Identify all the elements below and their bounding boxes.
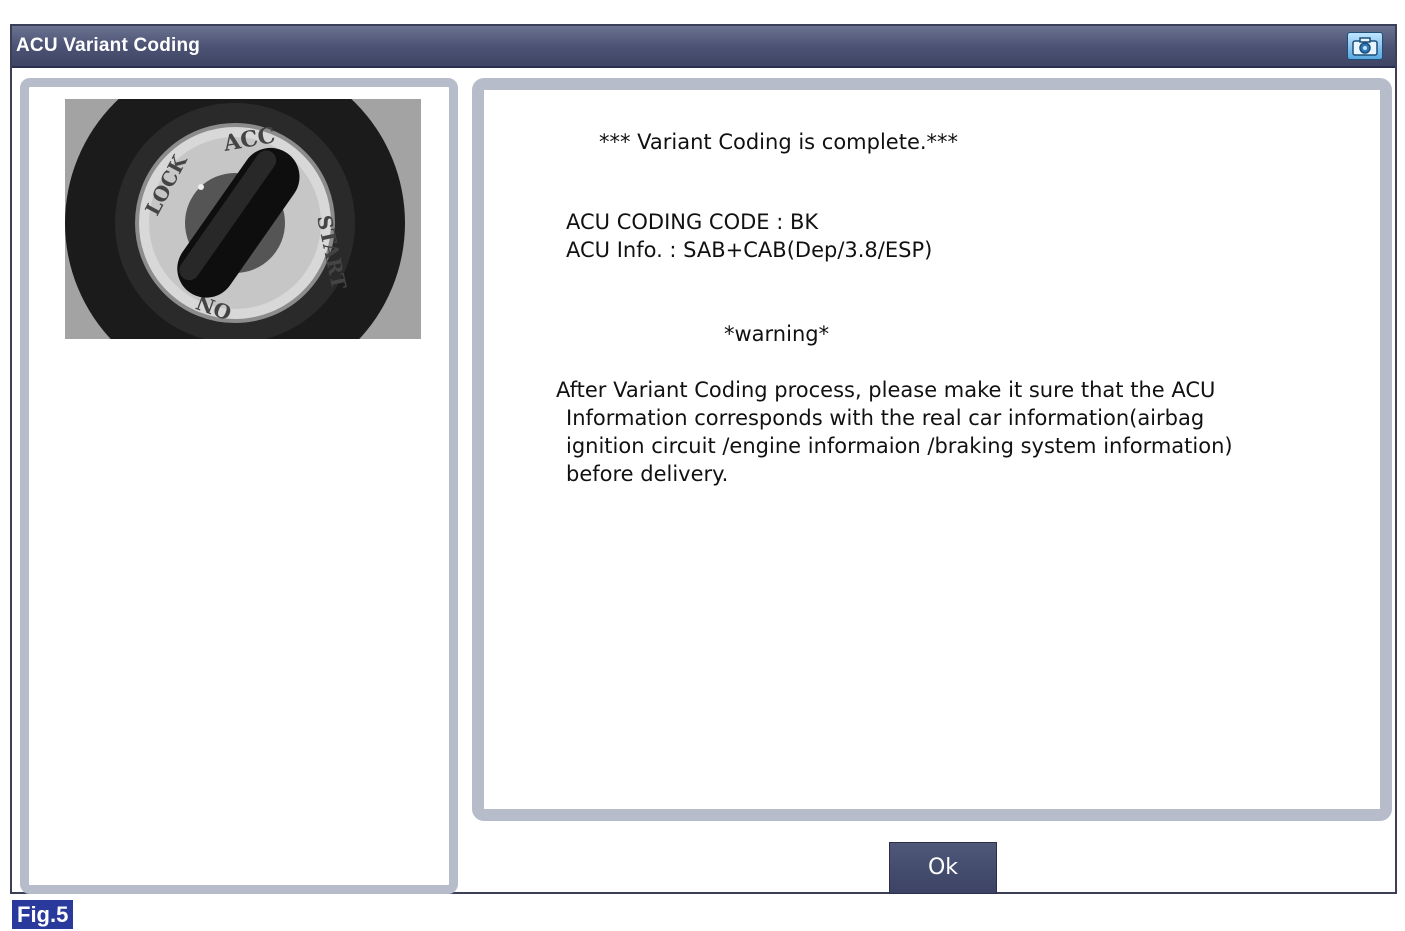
acu-coding-code: ACU CODING CODE : BK — [566, 210, 819, 234]
warning-line: After Variant Coding process, please mak… — [556, 378, 1216, 402]
title-bar: ACU Variant Coding — [12, 26, 1395, 68]
ok-button[interactable]: Ok — [889, 842, 997, 894]
warning-title: *warning* — [724, 322, 830, 346]
message-panel: *** Variant Coding is complete.*** ACU C… — [472, 78, 1392, 821]
completion-header: *** Variant Coding is complete.*** — [599, 130, 959, 154]
figure-label: Fig.5 — [12, 900, 74, 929]
warning-line: Information corresponds with the real ca… — [566, 406, 1205, 430]
ignition-switch-photo: LOCK ACC START ON — [65, 99, 421, 339]
image-panel: LOCK ACC START ON — [20, 78, 458, 894]
acu-info: ACU Info. : SAB+CAB(Dep/3.8/ESP) — [566, 238, 933, 262]
acu-variant-coding-window: ACU Variant Coding LOCK ACC START ON ***… — [10, 24, 1397, 894]
camera-icon[interactable] — [1347, 32, 1383, 60]
warning-line: before delivery. — [566, 462, 729, 486]
window-title: ACU Variant Coding — [16, 35, 201, 56]
warning-line: ignition circuit /engine informaion /bra… — [566, 434, 1233, 458]
